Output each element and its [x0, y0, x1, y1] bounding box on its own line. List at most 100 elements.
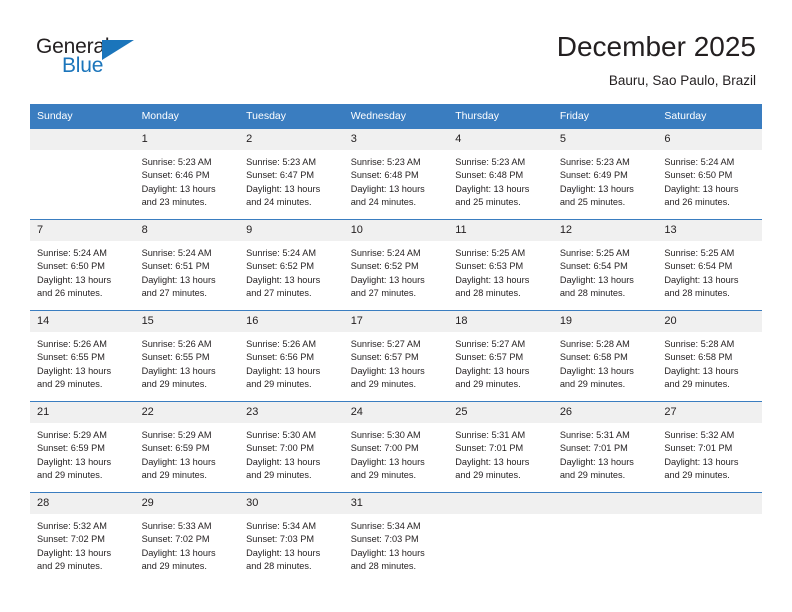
day-number: 21 [30, 402, 135, 423]
sunset-text: Sunset: 6:47 PM [246, 170, 315, 181]
day-number [448, 493, 553, 514]
calendar-day-cell[interactable]: 20 Sunrise: 5:28 AM Sunset: 6:58 PM Dayligh… [657, 310, 762, 402]
calendar-day-cell[interactable]: 4 Sunrise: 5:23 AM Sunset: 6:48 PM Daylight… [448, 128, 553, 220]
calendar-week-row: 1 Sunrise: 5:23 AM Sunset: 6:46 PM Daylight… [30, 128, 762, 220]
sunrise-text: Sunrise: 5:27 AM [350, 339, 421, 349]
day-number: 13 [657, 220, 762, 241]
sunset-text: Sunset: 6:52 PM [350, 261, 419, 272]
daylight-text-line1: Daylight: 13 hours [350, 183, 425, 194]
calendar-day-cell[interactable]: 3 Sunrise: 5:23 AM Sunset: 6:48 PM Daylight… [343, 128, 449, 220]
calendar-day-cell[interactable]: 27 Sunrise: 5:32 AM Sunset: 7:01 PM Dayligh… [657, 401, 762, 493]
calendar-day-cell[interactable]: 16 Sunrise: 5:26 AM Sunset: 6:56 PM Dayligh… [239, 310, 344, 402]
calendar-day-cell[interactable]: 8 Sunrise: 5:24 AM Sunset: 6:51 PM Daylight… [134, 219, 240, 311]
sunset-text: Sunset: 6:49 PM [559, 170, 628, 181]
weekday-header-monday: Monday [134, 104, 240, 129]
daylight-text-line1: Daylight: 13 hours [37, 456, 112, 467]
calendar-day-cell[interactable]: 23 Sunrise: 5:30 AM Sunset: 7:00 PM Dayligh… [239, 401, 344, 493]
calendar-header-row: Sunday Monday Tuesday Wednesday Thursday… [30, 104, 762, 129]
sunset-text: Sunset: 7:02 PM [37, 534, 105, 545]
day-number: 31 [343, 493, 449, 514]
weekday-header-thursday: Thursday [448, 104, 553, 129]
sunrise-text: Sunrise: 5:29 AM [141, 430, 212, 440]
calendar-day-cell[interactable]: 11 Sunrise: 5:25 AM Sunset: 6:53 PM Dayligh… [448, 219, 553, 311]
daylight-text-line1: Daylight: 13 hours [559, 274, 634, 285]
daylight-text-line1: Daylight: 13 hours [141, 274, 216, 285]
day-number: 29 [134, 493, 240, 514]
calendar-day-cell[interactable]: 5 Sunrise: 5:23 AM Sunset: 6:49 PM Daylight… [552, 128, 658, 220]
calendar-day-cell[interactable]: 29 Sunrise: 5:33 AM Sunset: 7:02 PM Dayligh… [134, 492, 240, 583]
daylight-text-line2: and 25 minutes. [559, 196, 626, 207]
day-info: Sunrise: 5:27 AM Sunset: 6:57 PM Daylight:… [344, 332, 449, 391]
daylight-text-line2: and 29 minutes. [37, 378, 103, 389]
day-info: Sunrise: 5:23 AM Sunset: 6:48 PM Daylight:… [344, 150, 449, 209]
calendar-day-cell[interactable]: 2 Sunrise: 5:23 AM Sunset: 6:47 PM Daylight… [239, 128, 344, 220]
sunrise-text: Sunrise: 5:34 AM [246, 521, 317, 531]
daylight-text-line1: Daylight: 13 hours [37, 274, 112, 285]
calendar-day-cell[interactable]: 30 Sunrise: 5:34 AM Sunset: 7:03 PM Dayligh… [239, 492, 344, 583]
daylight-text-line1: Daylight: 13 hours [141, 456, 216, 467]
day-number: 17 [343, 311, 449, 332]
day-number: 16 [239, 311, 344, 332]
calendar-day-cell[interactable]: 10 Sunrise: 5:24 AM Sunset: 6:52 PM Dayligh… [343, 219, 449, 311]
calendar-day-cell[interactable]: 15 Sunrise: 5:26 AM Sunset: 6:55 PM Dayligh… [134, 310, 240, 402]
sunset-text: Sunset: 7:02 PM [141, 534, 210, 545]
sunrise-text: Sunrise: 5:33 AM [141, 521, 212, 531]
sunset-text: Sunset: 6:56 PM [246, 352, 315, 363]
calendar-grid: Sunday Monday Tuesday Wednesday Thursday… [30, 104, 762, 583]
calendar-day-cell[interactable]: 22 Sunrise: 5:29 AM Sunset: 6:59 PM Dayligh… [134, 401, 240, 493]
calendar-day-cell[interactable]: 12 Sunrise: 5:25 AM Sunset: 6:54 PM Dayligh… [552, 219, 658, 311]
sunset-text: Sunset: 6:46 PM [141, 170, 210, 181]
day-number: 14 [30, 311, 135, 332]
day-info: Sunrise: 5:25 AM Sunset: 6:54 PM Daylight:… [657, 241, 762, 300]
calendar-day-cell[interactable]: 7 Sunrise: 5:24 AM Sunset: 6:50 PM Daylight… [30, 219, 135, 311]
calendar-day-cell[interactable]: 1 Sunrise: 5:23 AM Sunset: 6:46 PM Daylight… [134, 128, 240, 220]
sunrise-text: Sunrise: 5:31 AM [559, 430, 630, 440]
calendar-day-cell[interactable]: 19 Sunrise: 5:28 AM Sunset: 6:58 PM Dayligh… [552, 310, 658, 402]
calendar-day-cell[interactable]: 21 Sunrise: 5:29 AM Sunset: 6:59 PM Dayligh… [30, 401, 135, 493]
calendar-day-cell[interactable]: 28 Sunrise: 5:32 AM Sunset: 7:02 PM Dayligh… [30, 492, 135, 583]
calendar-day-cell[interactable]: 25 Sunrise: 5:31 AM Sunset: 7:01 PM Dayligh… [448, 401, 553, 493]
calendar-day-cell[interactable]: 17 Sunrise: 5:27 AM Sunset: 6:57 PM Dayligh… [343, 310, 449, 402]
calendar-day-cell[interactable]: 18 Sunrise: 5:27 AM Sunset: 6:57 PM Dayligh… [448, 310, 553, 402]
page-title: December 2025 [556, 31, 756, 62]
daylight-text-line1: Daylight: 13 hours [455, 456, 530, 467]
day-info: Sunrise: 5:24 AM Sunset: 6:50 PM Daylight:… [657, 150, 762, 209]
daylight-text-line2: and 28 minutes. [455, 287, 521, 298]
daylight-text-line2: and 29 minutes. [664, 378, 730, 389]
calendar-body: 1 Sunrise: 5:23 AM Sunset: 6:46 PM Daylight… [30, 128, 762, 583]
calendar-day-cell[interactable]: 14 Sunrise: 5:26 AM Sunset: 6:55 PM Dayligh… [30, 310, 135, 402]
daylight-text-line2: and 29 minutes. [664, 469, 730, 480]
sunset-text: Sunset: 7:00 PM [350, 443, 419, 454]
calendar-day-cell[interactable]: 6 Sunrise: 5:24 AM Sunset: 6:50 PM Daylight… [657, 128, 762, 220]
calendar-day-cell[interactable]: 31 Sunrise: 5:34 AM Sunset: 7:03 PM Dayligh… [343, 492, 449, 583]
daylight-text-line2: and 29 minutes. [37, 560, 103, 571]
day-info: Sunrise: 5:33 AM Sunset: 7:02 PM Daylight:… [135, 514, 240, 573]
sunset-text: Sunset: 6:58 PM [664, 352, 733, 363]
sunset-text: Sunset: 7:01 PM [455, 443, 524, 454]
day-number: 11 [448, 220, 553, 241]
calendar-day-cell-empty [30, 128, 135, 220]
day-info: Sunrise: 5:32 AM Sunset: 7:02 PM Daylight:… [30, 514, 135, 573]
daylight-text-line1: Daylight: 13 hours [559, 365, 634, 376]
sunrise-text: Sunrise: 5:26 AM [37, 339, 107, 349]
day-info: Sunrise: 5:29 AM Sunset: 6:59 PM Daylight:… [30, 423, 135, 482]
day-number: 19 [552, 311, 658, 332]
sunset-text: Sunset: 6:57 PM [350, 352, 419, 363]
day-number [30, 129, 135, 150]
day-number: 10 [343, 220, 449, 241]
calendar-day-cell[interactable]: 13 Sunrise: 5:25 AM Sunset: 6:54 PM Dayligh… [657, 219, 762, 311]
sunrise-text: Sunrise: 5:30 AM [350, 430, 421, 440]
daylight-text-line2: and 25 minutes. [455, 196, 521, 207]
daylight-text-line2: and 29 minutes. [246, 378, 312, 389]
day-info: Sunrise: 5:24 AM Sunset: 6:52 PM Daylight:… [239, 241, 344, 300]
daylight-text-line1: Daylight: 13 hours [664, 365, 739, 376]
calendar-day-cell[interactable]: 9 Sunrise: 5:24 AM Sunset: 6:52 PM Daylight… [239, 219, 344, 311]
daylight-text-line1: Daylight: 13 hours [246, 365, 321, 376]
day-info: Sunrise: 5:23 AM Sunset: 6:47 PM Daylight:… [239, 150, 344, 209]
sunset-text: Sunset: 6:50 PM [664, 170, 733, 181]
calendar-day-cell[interactable]: 24 Sunrise: 5:30 AM Sunset: 7:00 PM Dayligh… [343, 401, 449, 493]
day-info: Sunrise: 5:31 AM Sunset: 7:01 PM Daylight:… [553, 423, 658, 482]
sunset-text: Sunset: 7:03 PM [246, 534, 315, 545]
general-blue-logo[interactable]: General Blue [36, 36, 156, 84]
calendar-day-cell[interactable]: 26 Sunrise: 5:31 AM Sunset: 7:01 PM Dayligh… [552, 401, 658, 493]
